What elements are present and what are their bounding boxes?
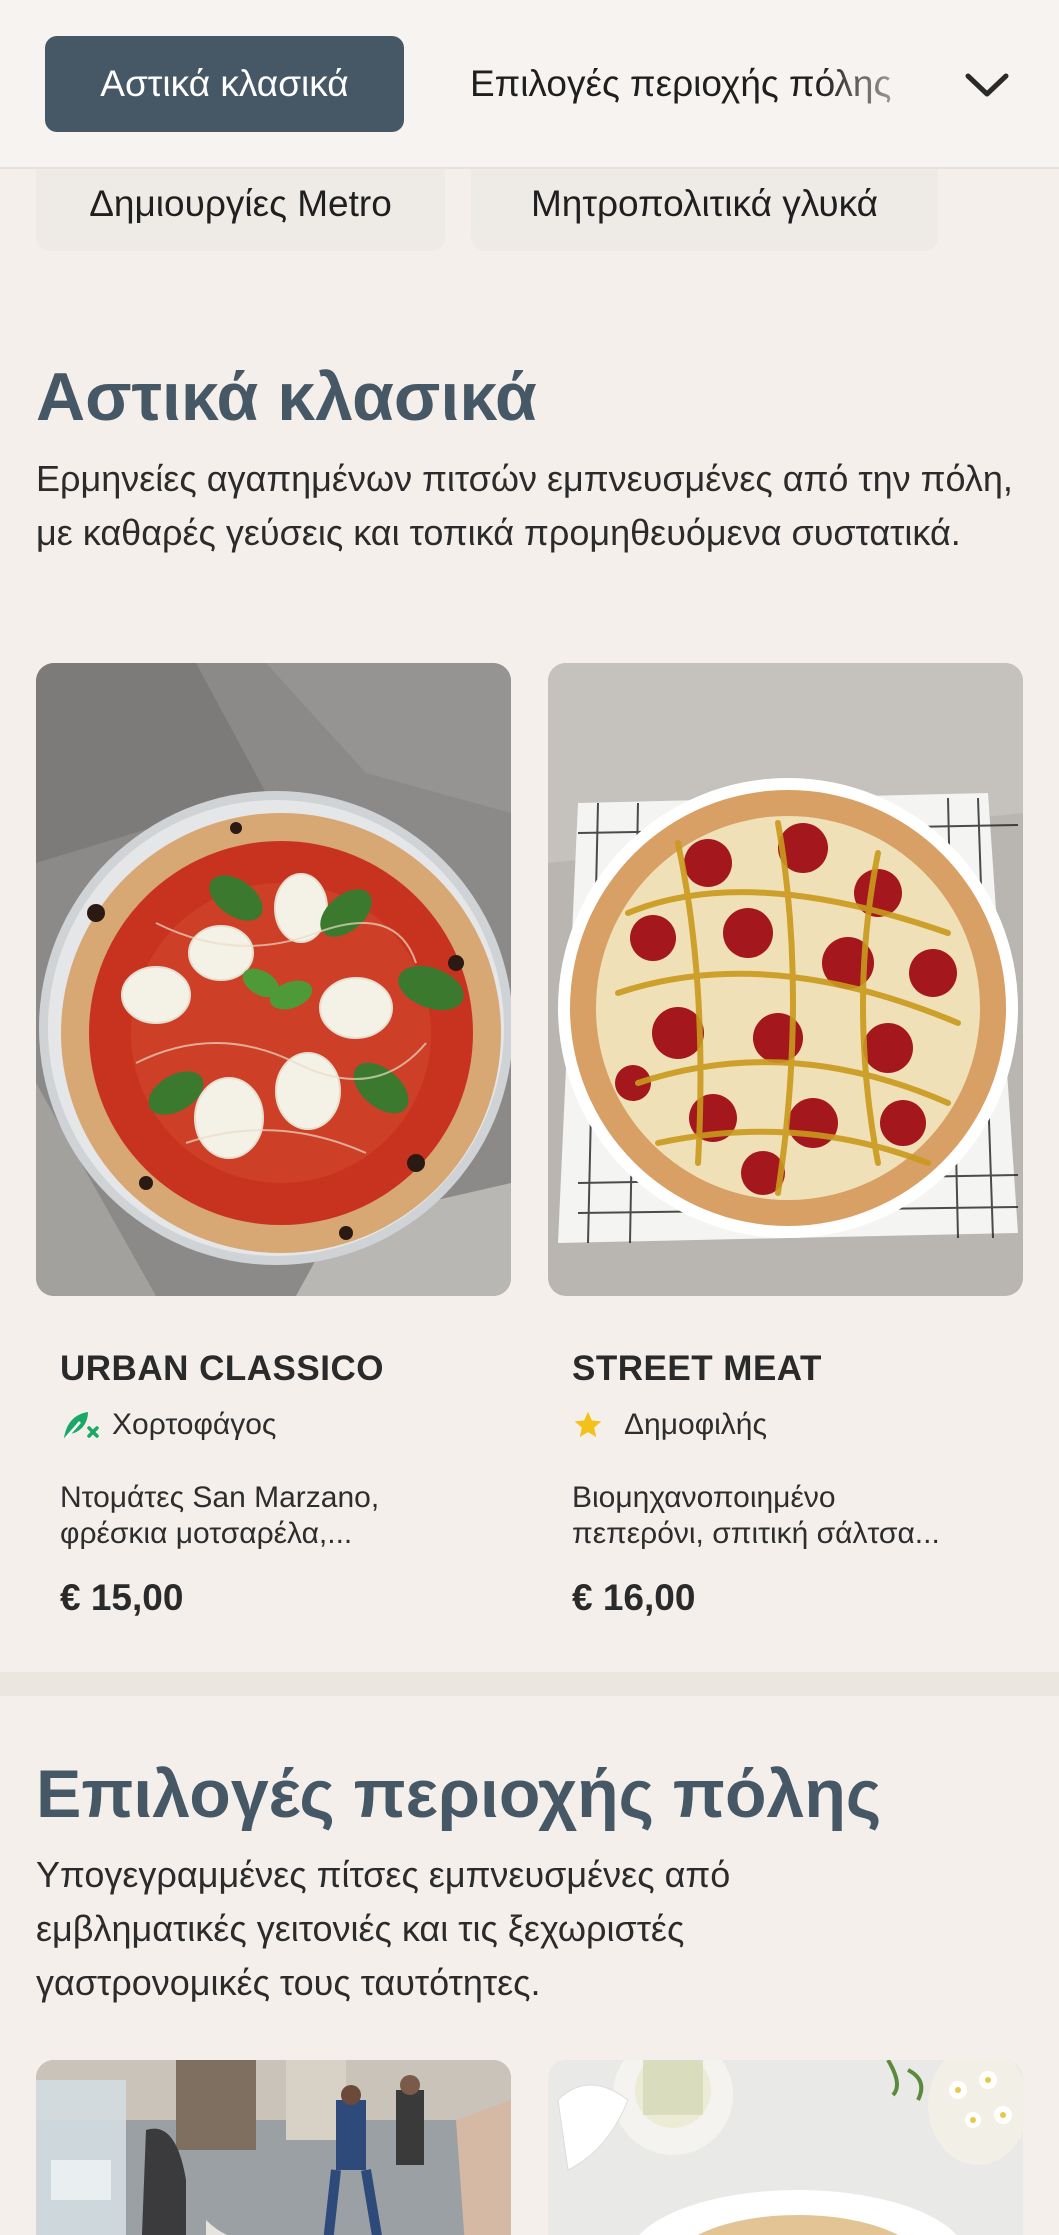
star-icon [572,1407,614,1443]
product-name: URBAN CLASSICO [60,1349,384,1388]
product-tag-popular: Δημοφιλής [572,1407,767,1443]
section-title-city-area-picks: Επιλογές περιοχής πόλης [36,1756,882,1832]
category-nav-bar: Αστικά κλασικά Επιλογές περιοχής πόλης [0,0,1059,169]
product-description: Ντομάτες San Marzano, φρέσκια μοτσαρέλα,… [60,1481,380,1550]
product-tag-vegetarian: Χορτοφάγος [60,1407,276,1443]
section-description-city-area-picks: Υπογεγραμμένες πίτσες εμπνευσμένες από ε… [36,1854,731,2003]
chevron-down-icon[interactable] [960,58,1014,112]
product-name: STREET MEAT [572,1349,822,1388]
vegetarian-leaf-icon [60,1407,102,1443]
section-title-urban-classics: Αστικά κλασικά [36,359,537,435]
pizza-image-street-meat[interactable] [548,663,1023,1296]
product-tag-label: Δημοφιλής [624,1408,767,1441]
product-tag-label: Χορτοφάγος [112,1408,277,1441]
product-description: Βιομηχανοποιημένο πεπερόνι, σπιτική σάλτ… [572,1481,940,1550]
product-price: € 15,00 [60,1577,184,1618]
section-description-urban-classics: Ερμηνείες αγαπημένων πιτσών εμπνευσμένες… [36,458,1013,553]
category-chip-urban-classics[interactable]: Αστικά κλασικά [45,36,404,132]
product-price: € 16,00 [572,1577,696,1618]
pizza-image-area-1[interactable] [36,2060,511,2235]
category-chip-city-area-picks[interactable]: Επιλογές περιοχής πόλης [470,36,920,132]
pizza-image-area-2[interactable] [548,2060,1023,2235]
pizza-image-urban-classico[interactable] [36,663,511,1296]
section-divider [0,1672,1059,1696]
